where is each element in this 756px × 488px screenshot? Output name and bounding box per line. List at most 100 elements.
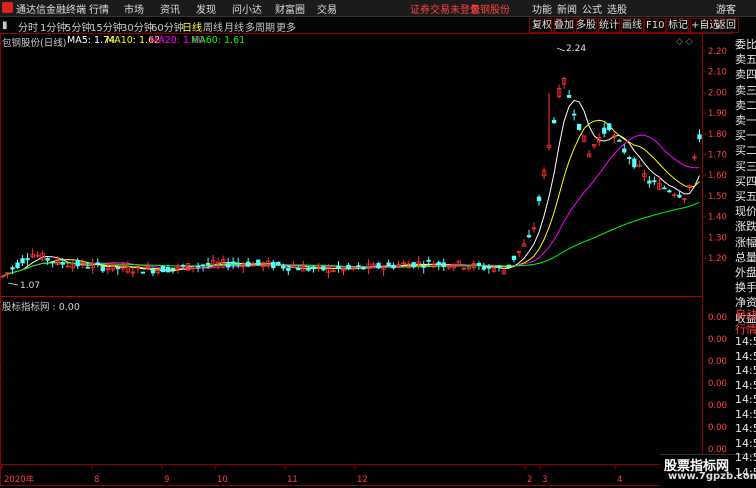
ma-lines	[2, 99, 700, 277]
candle-body	[622, 148, 627, 153]
tool-huaxian[interactable]: 画线	[619, 18, 645, 33]
period-more[interactable]: 更多	[276, 19, 296, 34]
low-marker	[7, 282, 19, 286]
candle-body	[551, 119, 557, 124]
tool-back[interactable]: 返回	[713, 18, 739, 33]
ma60-label: MA60: 1.61	[191, 35, 246, 46]
low-price-label: 1.07	[20, 281, 41, 291]
high-price-label: 2.24	[566, 44, 587, 54]
right-panel-item: 14:5	[735, 393, 756, 406]
candle-body	[481, 267, 487, 270]
ma5-line	[2, 99, 700, 277]
xaxis-label: 4	[617, 475, 622, 485]
candle-body	[236, 262, 241, 265]
right-panel-item: 委比	[735, 38, 756, 51]
candle-body	[225, 263, 231, 268]
period-5min[interactable]: 5分钟	[65, 19, 91, 34]
candle-body	[336, 265, 341, 269]
period-multi[interactable]: 多周期	[245, 19, 275, 34]
menu-gongshi[interactable]: 公式	[582, 1, 602, 16]
candle-body	[356, 265, 361, 268]
right-panel-item: 14:5	[735, 407, 756, 421]
menu-gongneng[interactable]: 功能	[532, 1, 552, 16]
ma20-line	[2, 134, 700, 277]
menu-wenxiaoda[interactable]: 问小达	[232, 1, 262, 16]
menu-xuangu[interactable]: 选股	[607, 1, 627, 16]
candle-body	[85, 266, 90, 269]
candle-body	[632, 158, 637, 168]
candle-body	[667, 190, 672, 193]
candle-body	[617, 139, 622, 142]
sub-ytick-label: 0.00	[708, 423, 727, 433]
ytick-label: 1.40	[708, 213, 727, 223]
candle-body	[411, 262, 416, 268]
candle-body	[75, 260, 80, 267]
right-panel-item: 卖二	[735, 98, 756, 112]
chart-title: 包钢股份(日线)	[2, 38, 67, 49]
right-panel-item: 卖四	[735, 68, 756, 82]
ytick-label: 1.50	[708, 192, 727, 202]
period-monthly[interactable]: 月线	[224, 19, 244, 34]
period-15min[interactable]: 15分钟	[90, 19, 123, 34]
right-panel-item: 14:5	[735, 364, 756, 377]
xaxis-label: 2	[527, 475, 532, 485]
xaxis-label: 10	[217, 475, 228, 485]
right-panel-item: 买四	[735, 174, 756, 188]
candle-body	[296, 267, 301, 271]
menu-shichang[interactable]: 市场	[124, 1, 144, 16]
candle-body	[576, 123, 582, 130]
candle-body	[200, 264, 206, 267]
menu-jiaoyi[interactable]: 交易	[317, 1, 337, 16]
candle-body	[526, 235, 532, 238]
candle-body	[45, 258, 50, 261]
candle-body	[441, 262, 446, 267]
tool-f10[interactable]: F10	[643, 18, 668, 33]
candle-body	[286, 267, 291, 271]
candle-body	[511, 255, 517, 260]
menu-xinwen[interactable]: 新闻	[557, 1, 577, 16]
period-fenshi[interactable]: 分时	[18, 19, 38, 34]
period-30min[interactable]: 30分钟	[121, 19, 154, 34]
candle-body	[677, 194, 682, 198]
guest-label[interactable]: 游客	[716, 1, 736, 16]
candle-body	[95, 262, 100, 265]
menu-faxian[interactable]: 发现	[196, 1, 216, 16]
menu-caifuquan[interactable]: 财富圈	[275, 1, 305, 16]
candle-body	[436, 261, 441, 265]
candle-body	[426, 259, 431, 262]
right-panel-item: 14:5	[735, 451, 756, 464]
right-panel-item: 涨幅	[735, 235, 756, 249]
candle-body	[571, 113, 577, 116]
right-panel-item: 买三	[735, 159, 756, 173]
period-weekly[interactable]: 周线	[203, 19, 223, 34]
period-1min[interactable]: 1分钟	[40, 19, 66, 34]
candle-body	[150, 268, 156, 274]
candle-body	[311, 266, 316, 270]
chart-frame	[0, 33, 703, 486]
candle-body	[321, 266, 326, 271]
candle-body	[346, 264, 351, 269]
ytick-label: 1.60	[708, 171, 727, 181]
chart-options-icon[interactable]: ◇ ◇	[676, 37, 693, 47]
candle-body	[205, 262, 211, 266]
sub-ytick-label: 0.00	[708, 313, 727, 323]
menu-zixun[interactable]: 资讯	[160, 1, 180, 16]
candle-body	[697, 134, 702, 140]
xaxis-label: 8	[94, 475, 99, 485]
sub-ytick-label: 0.00	[708, 401, 727, 411]
candle-body	[391, 264, 396, 269]
right-panel-item: 14:5	[735, 335, 756, 348]
candle-body	[160, 265, 166, 273]
ytick-label: 2.20	[708, 47, 727, 57]
menu-hangqing[interactable]: 行情	[89, 1, 109, 16]
period-daily[interactable]: 日线	[182, 19, 202, 34]
ma10-line	[2, 119, 700, 277]
period-menu-icon[interactable]: ▮	[2, 20, 8, 31]
right-panel-item: 现价	[735, 205, 756, 219]
period-60min[interactable]: 60分钟	[151, 19, 184, 34]
candle-body	[271, 261, 276, 269]
candle-body	[376, 262, 381, 269]
right-panel-item: 涨跌	[735, 220, 756, 234]
kline-chart[interactable]: 2.20 2.10 2.00 1.90 1.80 1.70 1.60 1.50 1.40 1.30…	[0, 33, 733, 487]
candle-body	[170, 267, 176, 270]
